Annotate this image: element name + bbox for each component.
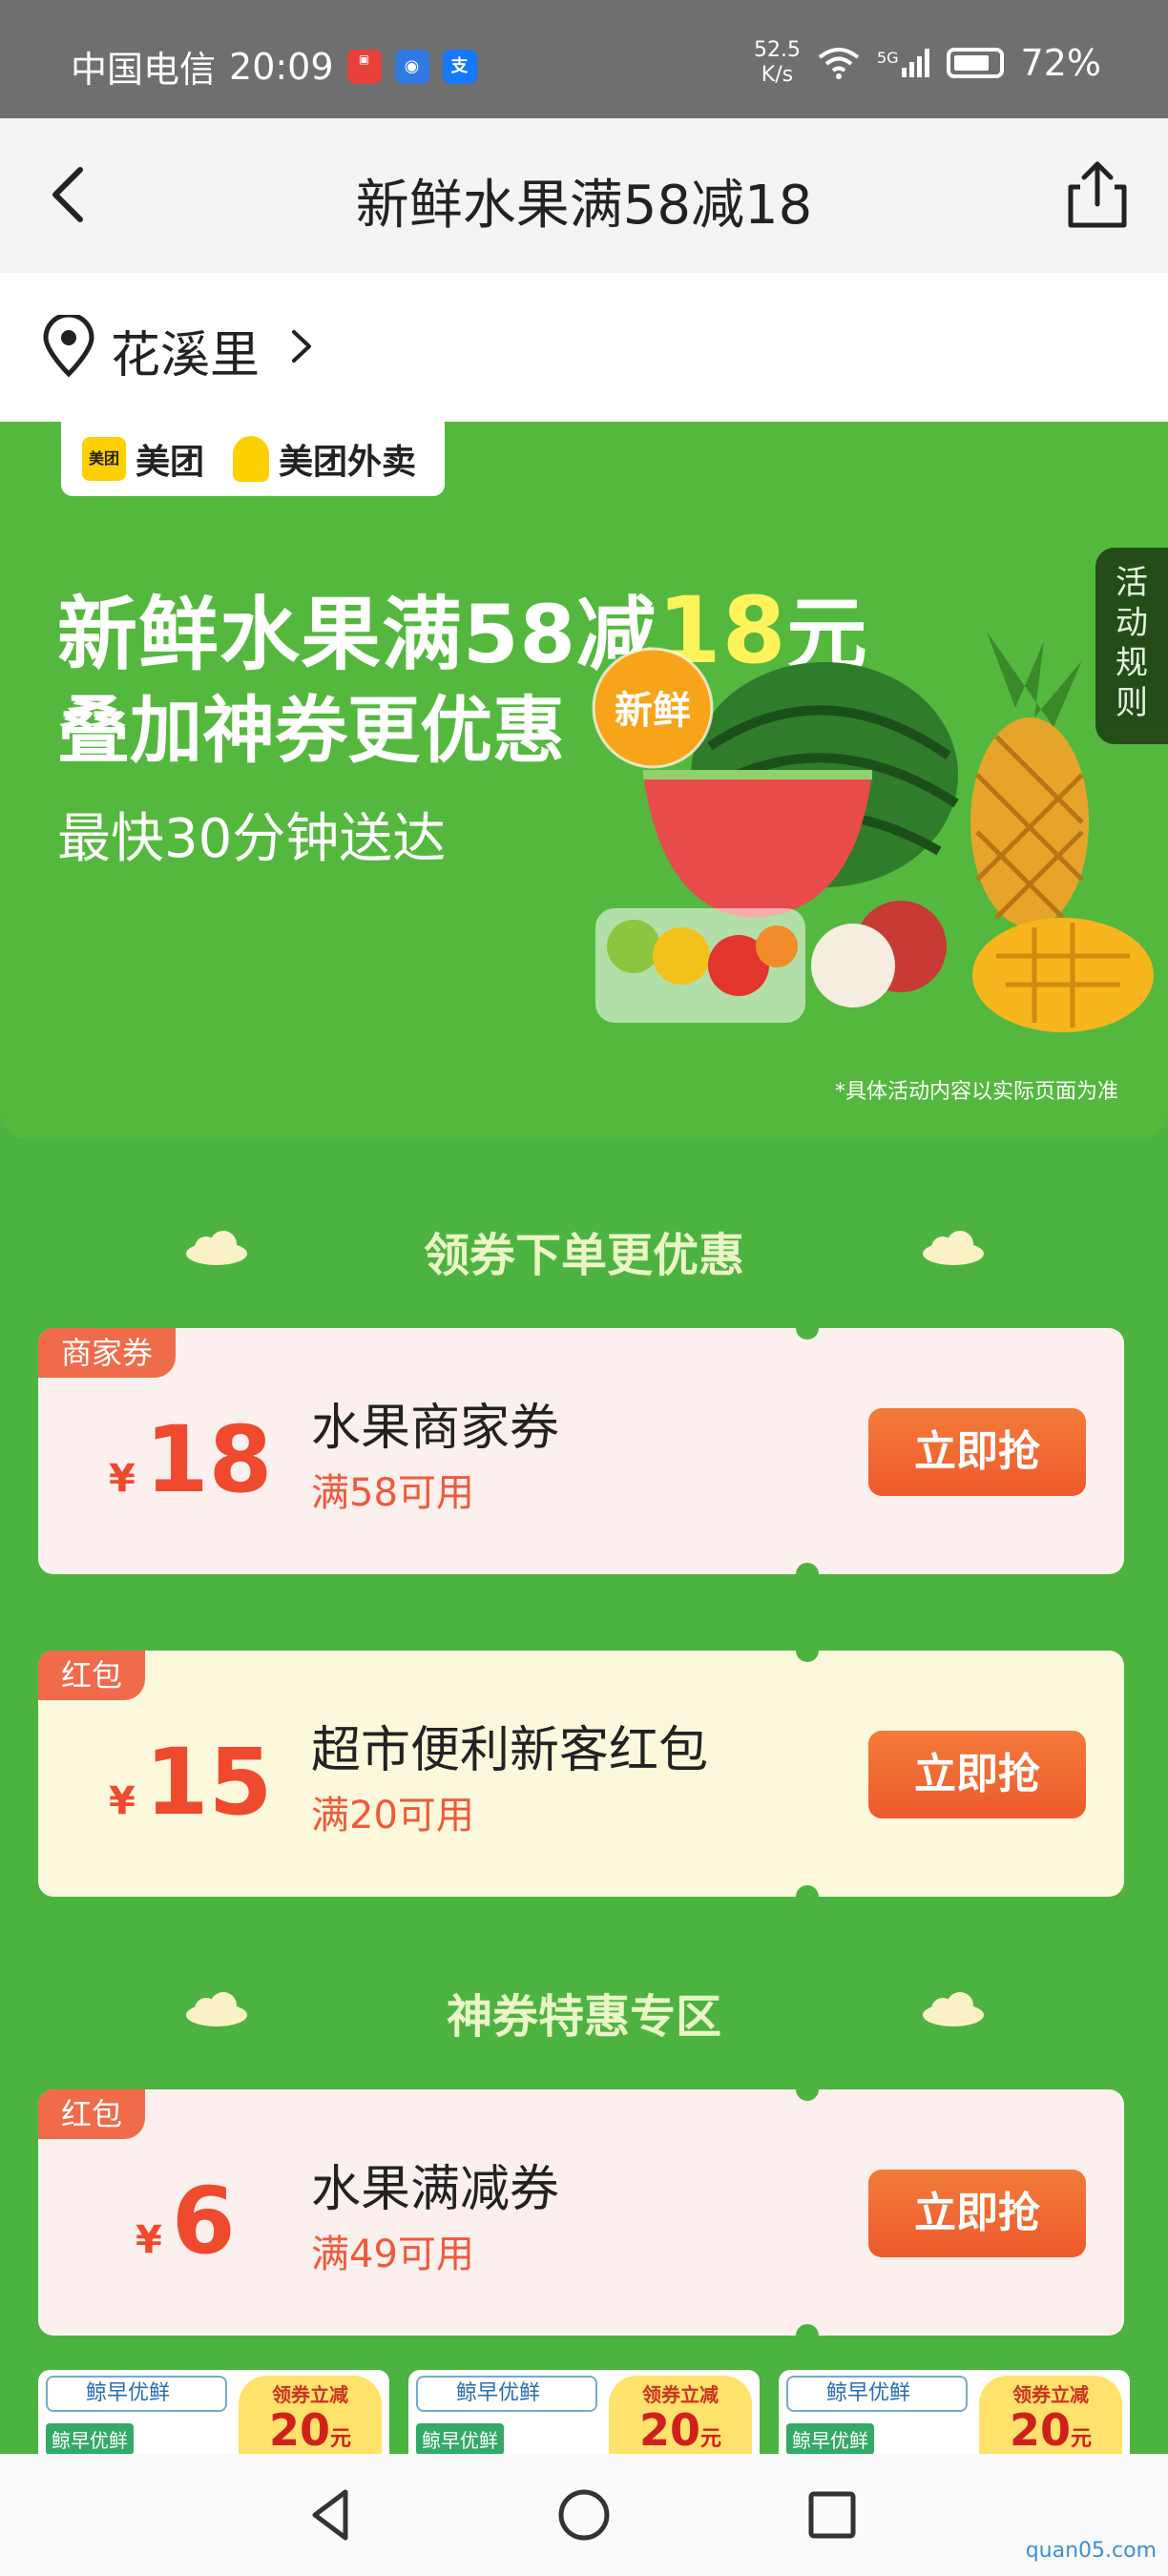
battery-level: 72% bbox=[1020, 42, 1101, 84]
coupon-name: 超市便利新客红包 bbox=[311, 1722, 709, 1779]
clock: 20:09 bbox=[229, 45, 334, 88]
qq-app-icon: ◉ bbox=[394, 49, 429, 84]
coupon-card-merchant: 商家券 ¥18 水果商家券 满58可用 立即抢 bbox=[38, 1317, 1124, 1586]
coupon-condition: 满20可用 bbox=[311, 1794, 474, 1838]
fruit-illustration: 新鲜 bbox=[592, 632, 1154, 1032]
coupon-tag: 红包 bbox=[38, 1651, 146, 1700]
brand-meituan: 美团 bbox=[136, 443, 205, 482]
product-sub-brand: 鲸早优鲜 bbox=[416, 2423, 504, 2455]
promo-banner: 美团 美团 美团外卖 新鲜水果满58减18元 叠加神券更优惠 最快30分钟送达 bbox=[0, 422, 1168, 1139]
coupon-amount: ¥18 bbox=[109, 1406, 273, 1513]
grab-coupon-button[interactable]: 立即抢 bbox=[868, 1408, 1086, 1496]
watermark: quan05.com bbox=[1025, 2539, 1157, 2563]
discount-badge: 领券立减 20元 bbox=[979, 2376, 1122, 2463]
wifi-icon bbox=[818, 48, 860, 79]
coupon-card-new-user: 红包 ¥15 超市便利新客红包 满20可用 立即抢 bbox=[38, 1639, 1124, 1908]
chevron-right-icon bbox=[292, 330, 311, 363]
carrier-label: 中国电信 bbox=[71, 49, 217, 91]
waimai-kangaroo-icon bbox=[233, 436, 270, 482]
discount-badge: 领券立减 20元 bbox=[609, 2376, 752, 2463]
banner-headline-line2: 叠加神券更优惠 bbox=[57, 688, 565, 773]
coupons-section-heading: 领券下单更优惠 bbox=[423, 1229, 744, 1282]
banner-subtitle: 最快30分钟送达 bbox=[57, 808, 447, 870]
product-brand: 鲸早优鲜 bbox=[416, 2376, 597, 2412]
coupon-name: 水果满减券 bbox=[311, 2161, 560, 2218]
home-circle-icon[interactable] bbox=[553, 2484, 615, 2545]
coupon-condition: 满58可用 bbox=[311, 1471, 474, 1515]
nav-bar: 新鲜水果满58减18 bbox=[0, 118, 1168, 273]
recents-square-icon[interactable] bbox=[802, 2484, 863, 2545]
alipay-app-icon: 支 bbox=[442, 49, 477, 84]
status-left: 中国电信 20:09 ▣ ◉ 支 bbox=[71, 40, 477, 93]
cloud-icon bbox=[923, 1992, 984, 2026]
location-bar[interactable]: 花溪里 bbox=[0, 273, 1168, 422]
banner-disclaimer: *具体活动内容以实际页面为准 bbox=[834, 1080, 1118, 1104]
coupon-name: 水果商家券 bbox=[311, 1400, 560, 1457]
signal-icon: 5G bbox=[877, 49, 929, 77]
coupon-condition: 满49可用 bbox=[311, 2233, 474, 2276]
bank-app-icon: ▣ bbox=[346, 49, 382, 84]
status-bar: 中国电信 20:09 ▣ ◉ 支 52.5 K/s 5G 72% bbox=[0, 0, 1168, 118]
coupon-tag: 商家券 bbox=[38, 1328, 177, 1378]
battery-icon bbox=[946, 48, 1004, 78]
net-speed: 52.5 K/s bbox=[753, 38, 801, 87]
special-section-heading: 神券特惠专区 bbox=[446, 1990, 721, 2044]
coupon-amount: ¥15 bbox=[109, 1729, 273, 1836]
coupon-tag: 红包 bbox=[38, 2089, 146, 2139]
meituan-logo-icon: 美团 bbox=[82, 437, 126, 481]
product-card[interactable]: 鲸早优鲜 鲸早优鲜 领券立减 20元 bbox=[408, 2370, 760, 2465]
grab-coupon-button[interactable]: 立即抢 bbox=[868, 1731, 1086, 1818]
product-brand: 鲸早优鲜 bbox=[46, 2376, 227, 2412]
back-triangle-icon[interactable] bbox=[302, 2484, 363, 2545]
cloud-icon bbox=[923, 1231, 984, 1265]
product-card[interactable]: 鲸早优鲜 鲸早优鲜 领券立减 20元 bbox=[779, 2370, 1130, 2465]
product-sub-brand: 鲸早优鲜 bbox=[786, 2423, 874, 2455]
location-name: 花溪里 bbox=[111, 327, 261, 384]
product-card[interactable]: 鲸早优鲜 鲸早优鲜 领券立减 20元 bbox=[38, 2370, 389, 2465]
product-brand: 鲸早优鲜 bbox=[786, 2376, 968, 2412]
coupon-card-fruit: 红包 ¥6 水果满减券 满49可用 立即抢 bbox=[38, 2078, 1124, 2347]
brand-tag: 美团 美团 美团外卖 bbox=[61, 422, 445, 496]
page-title: 新鲜水果满58减18 bbox=[355, 175, 813, 237]
brand-waimai: 美团外卖 bbox=[279, 443, 417, 482]
product-sub-brand: 鲸早优鲜 bbox=[46, 2423, 134, 2455]
activity-rules-tab[interactable]: 活动规则 bbox=[1095, 548, 1168, 744]
discount-badge: 领券立减 20元 bbox=[239, 2376, 382, 2463]
coupon-amount: ¥6 bbox=[136, 2168, 236, 2275]
fresh-badge: 新鲜 bbox=[615, 689, 691, 733]
system-nav-bar: quan05.com bbox=[0, 2454, 1168, 2576]
grab-coupon-button[interactable]: 立即抢 bbox=[868, 2170, 1086, 2257]
share-icon[interactable] bbox=[1057, 155, 1137, 235]
status-right: 52.5 K/s 5G 72% bbox=[754, 38, 1101, 88]
location-pin-icon bbox=[43, 315, 94, 378]
